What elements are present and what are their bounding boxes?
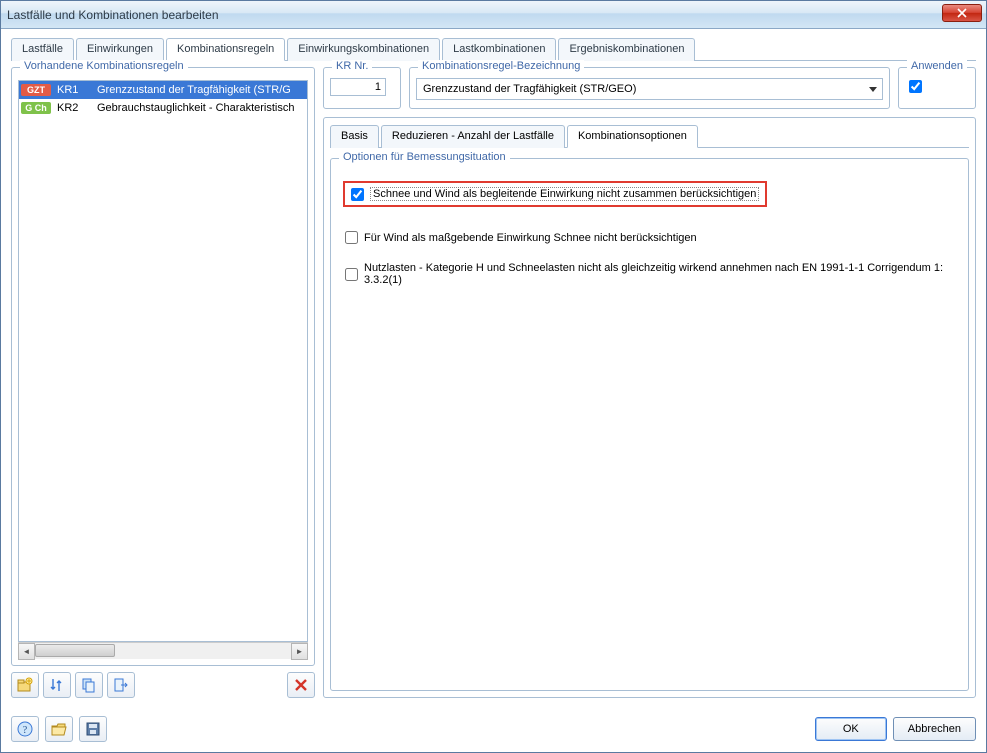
option-snow-wind-accompanying: Schnee und Wind als begleitende Einwirku… (343, 181, 767, 207)
ok-button[interactable]: OK (815, 717, 887, 741)
window-title: Lastfälle und Kombinationen bearbeiten (7, 8, 219, 22)
tab-einwirkungen[interactable]: Einwirkungen (76, 38, 164, 61)
tab-ergebniskombinationen[interactable]: Ergebniskombinationen (558, 38, 695, 61)
options-group-label: Optionen für Bemessungsituation (339, 151, 510, 163)
dialog-window: Lastfälle und Kombinationen bearbeiten L… (0, 0, 987, 753)
anwenden-group: Anwenden (898, 67, 976, 109)
svg-text:?: ? (23, 725, 28, 736)
export-icon (113, 677, 129, 693)
open-folder-icon (51, 721, 67, 737)
option2-label: Für Wind als maßgebende Einwirkung Schne… (364, 232, 697, 244)
krbez-label: Kombinationsregel-Bezeichnung (418, 60, 584, 72)
top-fields: KR Nr. Kombinationsregel-Bezeichnung Gre… (323, 67, 976, 109)
options-group: Optionen für Bemessungsituation Schnee u… (330, 158, 969, 691)
rule-desc: Grenzzustand der Tragfähigkeit (STR/G (91, 84, 291, 96)
tab-lastkombinationen[interactable]: Lastkombinationen (442, 38, 556, 61)
main-row: Vorhandene Kombinationsregeln GZT KR1 Gr… (11, 67, 976, 698)
main-tabstrip: Lastfälle Einwirkungen Kombinationsregel… (11, 37, 976, 61)
content-area: Lastfälle Einwirkungen Kombinationsregel… (1, 29, 986, 708)
krbez-combobox[interactable]: Grenzzustand der Tragfähigkeit (STR/GEO) (416, 78, 883, 100)
krnr-input[interactable] (330, 78, 386, 96)
tab-lastfaelle[interactable]: Lastfälle (11, 38, 74, 61)
copy-icon (81, 677, 97, 693)
scroll-thumb[interactable] (35, 644, 115, 657)
krnr-label: KR Nr. (332, 60, 372, 72)
scroll-left-arrow[interactable]: ◄ (18, 643, 35, 660)
list-row[interactable]: G Ch KR2 Gebrauchstauglichkeit - Charakt… (19, 99, 307, 117)
option1-checkbox[interactable] (351, 188, 364, 201)
option2-checkbox[interactable] (345, 231, 358, 244)
sort-button[interactable] (43, 672, 71, 698)
open-button[interactable] (45, 716, 73, 742)
subtab-basis[interactable]: Basis (330, 125, 379, 148)
option3-label: Nutzlasten - Kategorie H und Schneelaste… (364, 262, 958, 286)
option-cat-h-snow: Nutzlasten - Kategorie H und Schneelaste… (345, 262, 958, 286)
subtabs: Basis Reduzieren - Anzahl der Lastfälle … (330, 124, 969, 148)
rules-list-label: Vorhandene Kombinationsregeln (20, 60, 188, 72)
option3-checkbox[interactable] (345, 268, 358, 281)
bottom-bar: ? OK Abbrechen (1, 708, 986, 752)
anwenden-label: Anwenden (907, 60, 967, 72)
scroll-right-arrow[interactable]: ► (291, 643, 308, 660)
rules-list-group: Vorhandene Kombinationsregeln GZT KR1 Gr… (11, 67, 315, 666)
close-button[interactable] (942, 4, 982, 22)
rule-desc: Gebrauchstauglichkeit - Charakteristisch (91, 102, 294, 114)
rule-code: KR1 (51, 84, 91, 96)
new-item-button[interactable] (11, 672, 39, 698)
krbez-group: Kombinationsregel-Bezeichnung Grenzzusta… (409, 67, 890, 109)
sort-icon (49, 677, 65, 693)
option1-label: Schnee und Wind als begleitende Einwirku… (370, 187, 759, 201)
rule-code: KR2 (51, 102, 91, 114)
chevron-down-icon[interactable] (864, 79, 882, 99)
rules-list[interactable]: GZT KR1 Grenzzustand der Tragfähigkeit (… (18, 80, 308, 642)
badge-gzt: GZT (21, 84, 51, 96)
krbez-value: Grenzzustand der Tragfähigkeit (STR/GEO) (417, 83, 864, 95)
close-icon (957, 8, 967, 18)
save-button[interactable] (79, 716, 107, 742)
new-folder-icon (17, 677, 33, 693)
horizontal-scrollbar[interactable]: ◄ ► (18, 642, 308, 659)
list-row[interactable]: GZT KR1 Grenzzustand der Tragfähigkeit (… (19, 81, 307, 99)
titlebar: Lastfälle und Kombinationen bearbeiten (1, 1, 986, 29)
krnr-group: KR Nr. (323, 67, 401, 109)
cancel-button[interactable]: Abbrechen (893, 717, 976, 741)
left-panel: Vorhandene Kombinationsregeln GZT KR1 Gr… (11, 67, 315, 698)
export-button[interactable] (107, 672, 135, 698)
copy-button[interactable] (75, 672, 103, 698)
badge-gch: G Ch (21, 102, 51, 114)
subtab-reduzieren[interactable]: Reduzieren - Anzahl der Lastfälle (381, 125, 565, 148)
list-toolbar (11, 672, 315, 698)
option-wind-leading-no-snow: Für Wind als maßgebende Einwirkung Schne… (345, 231, 958, 244)
tab-einwirkungskombinationen[interactable]: Einwirkungskombinationen (287, 38, 440, 61)
subtab-container: Basis Reduzieren - Anzahl der Lastfälle … (323, 117, 976, 698)
save-disk-icon (85, 721, 101, 737)
subtab-kombinationsoptionen[interactable]: Kombinationsoptionen (567, 125, 698, 148)
right-panel: KR Nr. Kombinationsregel-Bezeichnung Gre… (323, 67, 976, 698)
tab-kombinationsregeln[interactable]: Kombinationsregeln (166, 38, 285, 61)
help-icon: ? (17, 721, 33, 737)
anwenden-checkbox[interactable] (909, 80, 922, 93)
delete-button[interactable] (287, 672, 315, 698)
delete-x-icon (294, 678, 308, 692)
help-button[interactable]: ? (11, 716, 39, 742)
scroll-track[interactable] (35, 643, 291, 660)
